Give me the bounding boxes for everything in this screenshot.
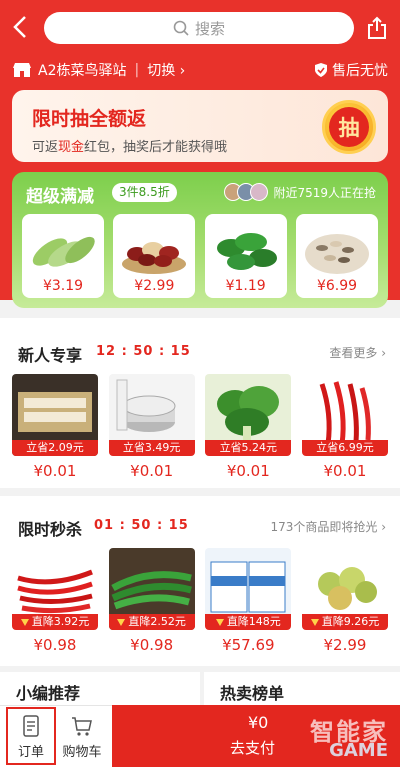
- super-deal-item[interactable]: ¥6.99: [295, 214, 378, 298]
- super-deal-item[interactable]: ¥2.99: [113, 214, 196, 298]
- product-image: 直降3.92元: [12, 548, 98, 630]
- lottery-title: 限时抽全额返: [32, 108, 147, 130]
- product-price: ¥0.01: [130, 462, 174, 480]
- tab-cart-label: 购物车: [62, 744, 102, 760]
- product-image: 立省5.24元: [205, 374, 292, 456]
- product-image: 立省3.49元: [108, 374, 195, 456]
- product-image: 立省6.99元: [301, 374, 388, 456]
- lottery-subtitle: 可返现金红包，抽奖后才能获得哦: [32, 140, 228, 155]
- product-card[interactable]: 立省2.09元 ¥0.01: [12, 374, 98, 480]
- nearby-buyers: 附近7519人正在抢: [224, 183, 376, 201]
- green-pepper-image: [211, 220, 281, 276]
- super-deal-title: 超级满减: [26, 187, 94, 207]
- total-amount: ¥0: [248, 713, 269, 732]
- super-deal-item[interactable]: ¥1.19: [204, 214, 287, 298]
- sunflower-seeds-image: [302, 220, 372, 276]
- discount-tag: 3件8.5折: [112, 183, 177, 202]
- product-card[interactable]: 立省3.49元 ¥0.01: [108, 374, 195, 480]
- top-bar: 搜索: [0, 8, 400, 48]
- price-drop-badge: 直降9.26元: [301, 614, 388, 630]
- search-placeholder: 搜索: [194, 19, 225, 38]
- search-icon: [173, 20, 189, 36]
- item-price: ¥1.19: [225, 278, 266, 294]
- lottery-banner[interactable]: 限时抽全额返 可返现金红包，抽奖后才能获得哦 抽: [12, 90, 388, 162]
- new-user-title: 新人专享: [18, 346, 83, 365]
- product-price: ¥0.01: [33, 462, 77, 480]
- product-price: ¥0.01: [226, 462, 270, 480]
- product-image: 直降148元: [205, 548, 292, 630]
- zucchini-image: [28, 220, 98, 276]
- switch-button[interactable]: 切换 ›: [147, 60, 185, 80]
- product-image: 立省2.09元: [12, 374, 98, 456]
- product-card[interactable]: 直降3.92元 ¥0.98: [12, 548, 98, 654]
- hot-sales-ranking[interactable]: 热卖榜单: [200, 672, 400, 706]
- product-card[interactable]: 立省6.99元 ¥0.01: [301, 374, 388, 480]
- new-user-section: 新人专享 12 : 50 : 15 查看更多 › 立省2.09元 ¥0.01 立…: [0, 318, 400, 488]
- after-sale-badge[interactable]: 售后无忧: [314, 60, 388, 80]
- divider: |: [134, 62, 140, 78]
- saving-badge: 立省5.24元: [205, 440, 292, 456]
- store-icon: [13, 63, 31, 77]
- avatar: [250, 183, 269, 201]
- tab-cart[interactable]: 购物车: [58, 706, 106, 767]
- orders-highlight-box: [6, 707, 56, 765]
- see-more-link[interactable]: 173个商品即将抢光 ›: [270, 518, 386, 535]
- cart-icon: [72, 716, 92, 736]
- countdown-timer: 12 : 50 : 15: [96, 344, 191, 359]
- product-image: 直降9.26元: [301, 548, 388, 630]
- pay-label: 去支付: [230, 739, 276, 757]
- product-card[interactable]: 立省5.24元 ¥0.01: [205, 374, 292, 480]
- product-price: ¥0.01: [323, 462, 367, 480]
- price-drop-badge: 直降3.92元: [12, 614, 98, 630]
- saving-badge: 立省3.49元: [108, 440, 195, 456]
- back-icon[interactable]: [10, 14, 34, 42]
- item-price: ¥3.19: [42, 278, 84, 294]
- flash-sale-section: 限时秒杀 01 : 50 : 15 173个商品即将抢光 › 直降3.92元 ¥…: [0, 496, 400, 666]
- product-card[interactable]: 直降2.52元 ¥0.98: [108, 548, 195, 654]
- editor-picks[interactable]: 小编推荐: [0, 672, 200, 706]
- product-card[interactable]: 直降9.26元 ¥2.99: [301, 548, 388, 654]
- product-price: ¥0.98: [33, 636, 77, 654]
- item-price: ¥2.99: [134, 278, 175, 294]
- saving-badge: 立省2.09元: [12, 440, 98, 456]
- saving-badge: 立省6.99元: [301, 440, 388, 456]
- countdown-timer: 01 : 50 : 15: [94, 518, 189, 533]
- shield-check-icon: [315, 63, 327, 77]
- product-card[interactable]: 直降148元 ¥57.69: [205, 548, 292, 654]
- product-image: 直降2.52元: [108, 548, 195, 630]
- search-input[interactable]: 搜索: [44, 12, 354, 44]
- recommend-row: 小编推荐 热卖榜单: [0, 672, 400, 706]
- station-name: A2栋菜鸟驿站: [38, 63, 127, 79]
- price-drop-badge: 直降2.52元: [108, 614, 195, 630]
- dates-image: [119, 220, 189, 276]
- price-drop-badge: 直降148元: [205, 614, 292, 630]
- arrow-down-icon: [310, 618, 319, 626]
- product-price: ¥0.98: [130, 636, 174, 654]
- arrow-down-icon: [117, 618, 126, 626]
- flash-sale-title: 限时秒杀: [18, 520, 83, 539]
- arrow-down-icon: [20, 618, 29, 626]
- draw-button[interactable]: 抽: [322, 100, 376, 154]
- arrow-down-icon: [215, 618, 224, 626]
- station-bar: A2栋菜鸟驿站 | 切换 › 售后无忧: [12, 58, 388, 82]
- item-price: ¥6.99: [316, 278, 358, 294]
- super-deal-section: 超级满减 3件8.5折 附近7519人正在抢 ¥3.19 ¥2.99 ¥1.19: [12, 172, 388, 308]
- watermark-text: GAME: [329, 740, 388, 761]
- share-icon[interactable]: [366, 16, 388, 40]
- product-price: ¥2.99: [323, 636, 367, 654]
- product-price: ¥57.69: [222, 636, 275, 654]
- super-deal-item[interactable]: ¥3.19: [22, 214, 104, 298]
- see-more-link[interactable]: 查看更多 ›: [329, 344, 386, 361]
